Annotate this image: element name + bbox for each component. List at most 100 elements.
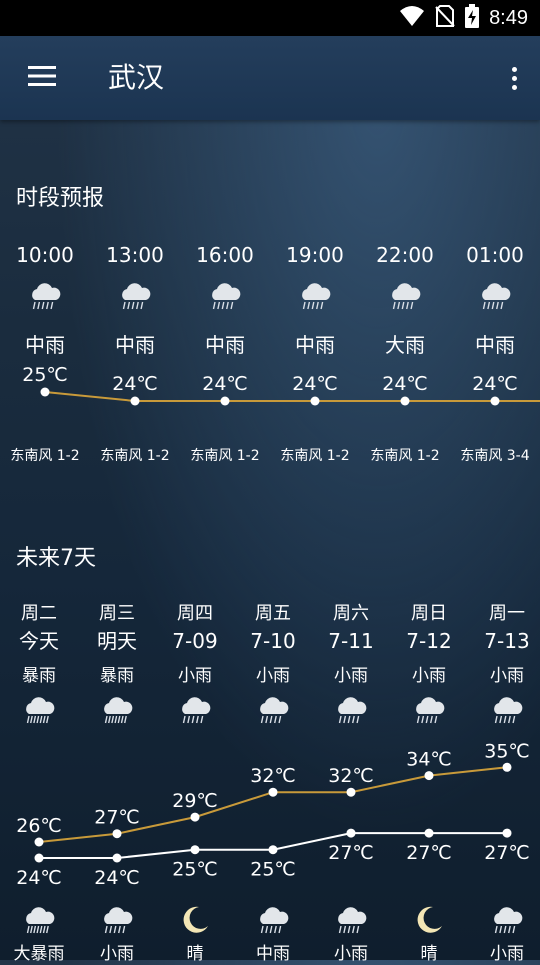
more-options-button[interactable] xyxy=(508,58,520,98)
daily-low-temp-point xyxy=(502,828,512,838)
daily-weekday: 周六 xyxy=(333,603,369,624)
daily-night-condition: 小雨 xyxy=(100,944,134,964)
moon-icon xyxy=(390,904,468,936)
daily-high-temp-point xyxy=(424,771,434,781)
daily-high-temp-label: 26℃ xyxy=(16,815,62,837)
daily-high-temp-point xyxy=(346,787,356,797)
daily-weekday: 周三 xyxy=(99,603,135,624)
daily-low-temp-label: 27℃ xyxy=(484,842,530,864)
rain-cloud-icon xyxy=(156,694,234,726)
hourly-condition: 大雨 xyxy=(385,333,425,357)
rain-cloud-icon xyxy=(390,694,468,726)
daily-low-temp-point xyxy=(190,845,200,855)
rain-cloud-icon xyxy=(312,904,390,936)
daily-high-temp-label: 34℃ xyxy=(406,749,452,771)
hourly-condition: 中雨 xyxy=(115,333,155,357)
daily-weekday: 周五 xyxy=(255,603,291,624)
daily-date: 7-13 xyxy=(484,629,530,653)
daily-day-condition: 小雨 xyxy=(412,666,446,686)
rain-cloud-icon xyxy=(234,904,312,936)
daily-high-temp-point xyxy=(34,837,44,847)
status-time: 8:49 xyxy=(489,6,528,29)
hourly-wind: 东南风 1-2 xyxy=(190,448,260,464)
daily-weekday: 周二 xyxy=(21,603,57,624)
hourly-wind: 东南风 1-2 xyxy=(10,448,80,464)
daily-low-temp-point xyxy=(346,828,356,838)
hourly-wind: 东南风 1-2 xyxy=(100,448,170,464)
daily-high-temp-point xyxy=(268,787,278,797)
daily-low-temp-label: 24℃ xyxy=(16,867,62,889)
daily-low-temp-label: 24℃ xyxy=(94,867,140,889)
hourly-temp-point xyxy=(310,396,320,406)
daily-weekday: 周一 xyxy=(489,603,525,624)
daily-date: 7-11 xyxy=(328,629,374,653)
wifi-icon xyxy=(399,5,425,31)
hourly-wind: 东南风 1-2 xyxy=(370,448,440,464)
rain-cloud-icon xyxy=(468,904,540,936)
more-dot-icon xyxy=(511,75,517,81)
daily-low-temp-point xyxy=(34,853,44,863)
daily-date: 7-10 xyxy=(250,629,296,653)
daily-high-temp-label: 32℃ xyxy=(250,765,296,787)
daily-weekday: 周日 xyxy=(411,603,447,624)
hourly-temperature-chart: 25℃ 24℃ 24℃ 24℃ 24℃ 24℃ xyxy=(22,364,540,406)
hourly-temp-point xyxy=(130,396,140,406)
daily-day-condition: 小雨 xyxy=(334,666,368,686)
daily-night-condition: 小雨 xyxy=(490,944,524,964)
moon-icon xyxy=(156,904,234,936)
daily-night-condition: 中雨 xyxy=(256,944,290,964)
daily-day-condition: 暴雨 xyxy=(100,666,134,686)
hourly-time: 16:00 xyxy=(196,243,254,267)
daily-day-condition: 暴雨 xyxy=(22,666,56,686)
rain-cloud-icon xyxy=(450,280,540,316)
hourly-temp-line xyxy=(44,391,540,402)
hourly-time: 13:00 xyxy=(106,243,164,267)
daily-high-temp-point xyxy=(502,762,512,772)
daily-night-condition: 晴 xyxy=(420,944,438,964)
daily-low-temp-point xyxy=(424,828,434,838)
daily-temperature-chart: 26℃ 27℃ 29℃ 32℃ 32℃ 34℃ 35℃ 24℃ 24℃ 25℃ 25℃ 27℃ 27℃ 2… xyxy=(16,740,530,889)
hourly-temp-point xyxy=(220,396,230,406)
hourly-temp-label: 25℃ xyxy=(22,364,68,386)
rain-cloud-icon xyxy=(0,280,90,316)
hourly-forecast-title: 时段预报 xyxy=(16,186,105,211)
hourly-temp-point xyxy=(490,396,500,406)
daily-night-condition: 晴 xyxy=(186,944,204,964)
daily-low-temp-point xyxy=(112,853,122,863)
more-dot-icon xyxy=(511,66,517,72)
daily-low-temp-point xyxy=(268,845,278,855)
daily-date: 7-12 xyxy=(406,629,452,653)
daily-day-condition: 小雨 xyxy=(178,666,212,686)
hourly-temp-label: 24℃ xyxy=(382,373,428,395)
daily-high-temp-point xyxy=(190,812,200,822)
hourly-condition: 中雨 xyxy=(25,333,65,357)
menu-button[interactable] xyxy=(22,56,62,100)
daily-night-condition: 小雨 xyxy=(334,944,368,964)
hamburger-menu-icon xyxy=(27,65,57,91)
status-bar: 8:49 xyxy=(0,0,540,36)
heavy-rain-icon xyxy=(78,694,156,726)
rain-cloud-icon xyxy=(180,280,270,316)
hourly-temp-label: 24℃ xyxy=(202,373,248,395)
rain-cloud-icon xyxy=(234,694,312,726)
hourly-wind: 东南风 3-4 xyxy=(460,448,530,464)
daily-high-temp-label: 29℃ xyxy=(172,790,218,812)
hourly-time: 10:00 xyxy=(16,243,74,267)
daily-high-temp-point xyxy=(112,829,122,839)
hourly-condition: 中雨 xyxy=(205,333,245,357)
daily-low-temp-line xyxy=(39,832,507,859)
app-bar: 武汉 xyxy=(0,36,540,120)
no-sim-icon xyxy=(435,5,455,31)
heavy-rain-icon xyxy=(0,904,78,936)
more-dot-icon xyxy=(511,84,517,90)
hourly-wind: 东南风 1-2 xyxy=(280,448,350,464)
daily-date: 明天 xyxy=(97,629,137,653)
daily-day-condition: 小雨 xyxy=(256,666,290,686)
hourly-temp-label: 24℃ xyxy=(292,373,338,395)
battery-charging-icon xyxy=(465,4,480,32)
daily-date: 今天 xyxy=(19,629,59,653)
rain-cloud-icon xyxy=(90,280,180,316)
daily-date: 7-09 xyxy=(172,629,218,653)
daily-low-temp-label: 27℃ xyxy=(406,842,452,864)
hourly-time: 01:00 xyxy=(466,243,524,267)
